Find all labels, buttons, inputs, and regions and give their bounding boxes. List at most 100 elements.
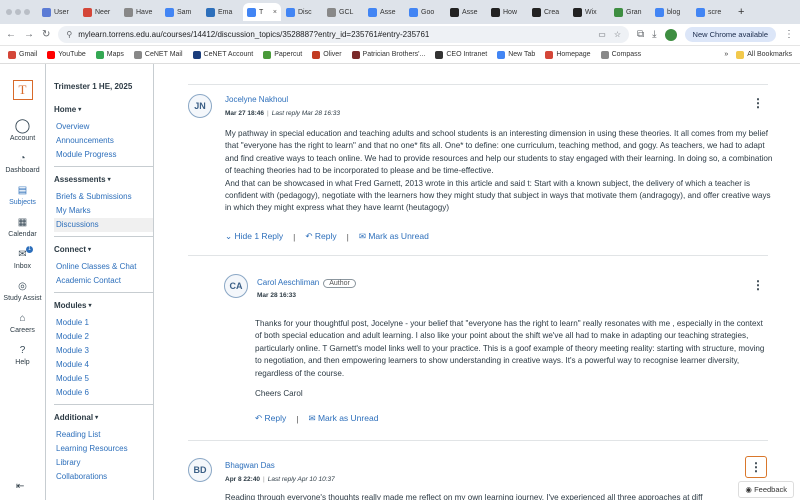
- course-nav-section-connect[interactable]: Connect ▾: [54, 245, 153, 254]
- extensions-icon[interactable]: ⧉: [637, 29, 644, 40]
- course-nav-link[interactable]: Library: [54, 456, 153, 470]
- author-name[interactable]: Jocelyne Nakhoul: [225, 95, 770, 104]
- close-tab-icon[interactable]: ×: [273, 9, 277, 16]
- avatar[interactable]: CA: [224, 274, 248, 298]
- new-tab-icon[interactable]: +: [738, 6, 744, 18]
- post-options-icon[interactable]: ⋮: [752, 96, 764, 110]
- mark-unread-button[interactable]: ✉ Mark as Unread: [308, 413, 378, 424]
- course-nav-link[interactable]: Module Progress: [54, 148, 153, 162]
- course-nav-link[interactable]: Module 1: [54, 316, 153, 330]
- url-field[interactable]: ⚲ mylearn.torrens.edu.au/courses/14412/d…: [58, 26, 629, 43]
- mark-unread-button[interactable]: ✉ Mark as Unread: [359, 231, 429, 242]
- avatar[interactable]: JN: [188, 94, 212, 118]
- last-reply: Last reply Apr 10 10:37: [267, 476, 335, 483]
- download-icon[interactable]: ⤓: [652, 29, 656, 40]
- tab-favicon-icon: [655, 7, 664, 17]
- profile-avatar[interactable]: [664, 28, 677, 41]
- hide-replies-button[interactable]: ⌄ Hide 1 Reply: [225, 231, 283, 242]
- torrens-logo[interactable]: T: [12, 80, 33, 100]
- browser-tab[interactable]: Disc: [282, 3, 322, 21]
- course-nav-link[interactable]: Module 5: [54, 372, 153, 386]
- course-nav-section-modules[interactable]: Modules ▾: [54, 301, 153, 310]
- course-nav-link[interactable]: Module 2: [54, 330, 153, 344]
- bookmark-item[interactable]: Oliver: [312, 50, 342, 59]
- collapse-nav-icon[interactable]: ⇤: [16, 481, 24, 492]
- browser-tab[interactable]: Neer: [79, 3, 119, 21]
- browser-tab[interactable]: blog: [651, 3, 691, 21]
- global-nav-dashboard[interactable]: ◔ Dashboard: [5, 153, 39, 174]
- browser-tab[interactable]: Asse: [364, 3, 404, 21]
- course-nav-section-additional[interactable]: Additional ▾: [54, 413, 153, 422]
- global-nav-help[interactable]: ? Help: [15, 345, 29, 366]
- reply-button[interactable]: ↶ Reply: [305, 231, 336, 242]
- bookmark-star-icon[interactable]: ☆: [614, 30, 621, 39]
- post-options-icon[interactable]: ⋮: [752, 278, 764, 292]
- feedback-button[interactable]: ◉ Feedback: [738, 481, 794, 498]
- bookmark-item[interactable]: Maps: [95, 50, 124, 59]
- caret-down-icon: ▾: [88, 303, 92, 309]
- bookmark-item[interactable]: CeNET Account: [192, 50, 253, 59]
- reply-button[interactable]: ↶ Reply: [255, 413, 286, 424]
- hide-replies-label: Hide 1 Reply: [234, 231, 284, 241]
- course-nav-section-assessments[interactable]: Assessments ▾: [54, 175, 153, 184]
- browser-tab[interactable]: Have: [120, 3, 160, 21]
- author-name[interactable]: Bhagwan Das: [225, 461, 725, 470]
- author-name[interactable]: Carol Aeschliman: [257, 278, 319, 287]
- browser-tab[interactable]: User: [38, 3, 78, 21]
- browser-tab[interactable]: T ×: [243, 3, 281, 21]
- all-bookmarks[interactable]: All Bookmarks: [736, 50, 792, 59]
- global-nav-study-assist[interactable]: ◎ Study Assist: [3, 281, 41, 302]
- bookmark-item[interactable]: Homepage: [545, 50, 591, 59]
- global-nav-careers[interactable]: ⌂ Careers: [10, 313, 35, 334]
- bookmark-item[interactable]: New Tab: [497, 50, 535, 59]
- back-icon[interactable]: ←: [6, 29, 16, 40]
- global-nav-calendar[interactable]: ▦ Calendar: [8, 217, 36, 238]
- course-nav-link[interactable]: Module 6: [54, 386, 153, 400]
- browser-tab[interactable]: scre: [692, 3, 732, 21]
- caret-down-icon: ▾: [88, 247, 92, 253]
- course-nav-link[interactable]: My Marks: [54, 204, 153, 218]
- browser-tab[interactable]: Asse: [446, 3, 486, 21]
- post-options-icon[interactable]: ⋮: [745, 456, 767, 478]
- course-nav-link[interactable]: Discussions: [54, 218, 153, 232]
- course-nav-link[interactable]: Online Classes & Chat: [54, 260, 153, 274]
- bookmark-item[interactable]: Papercut: [263, 50, 302, 59]
- global-nav-account[interactable]: ◯ Account: [10, 117, 35, 142]
- browser-tab[interactable]: Wix: [569, 3, 609, 21]
- course-nav-link[interactable]: Overview: [54, 120, 153, 134]
- window-controls[interactable]: [6, 9, 30, 15]
- course-nav-link[interactable]: Briefs & Submissions: [54, 190, 153, 204]
- course-nav-section-home[interactable]: Home ▾: [54, 105, 153, 114]
- bookmark-item[interactable]: CeNET Mail: [133, 50, 183, 59]
- global-nav-subjects[interactable]: ▤ Subjects: [9, 185, 36, 206]
- browser-tab[interactable]: Goo: [405, 3, 445, 21]
- browser-tab[interactable]: How: [487, 3, 527, 21]
- bookmark-item[interactable]: YouTube: [47, 50, 86, 59]
- course-nav-link[interactable]: Module 3: [54, 344, 153, 358]
- global-nav-inbox[interactable]: ✉ Inbox 1: [14, 246, 34, 270]
- browser-tab[interactable]: Sam: [161, 3, 201, 21]
- update-chrome-button[interactable]: New Chrome available: [684, 27, 776, 42]
- browser-tab[interactable]: Gran: [610, 3, 650, 21]
- bookmark-item[interactable]: Patrician Brothers'...: [351, 50, 425, 59]
- more-bookmarks-icon[interactable]: »: [724, 51, 728, 59]
- browser-tab[interactable]: Crea: [528, 3, 568, 21]
- course-nav-link[interactable]: Learning Resources: [54, 442, 153, 456]
- reload-icon[interactable]: ↻: [42, 29, 50, 40]
- course-nav-link[interactable]: Reading List: [54, 428, 153, 442]
- menu-icon[interactable]: ⋮: [784, 29, 794, 40]
- course-nav-link[interactable]: Academic Contact: [54, 274, 153, 288]
- bookmark-item[interactable]: Gmail: [8, 50, 37, 59]
- browser-tab[interactable]: Ema: [202, 3, 242, 21]
- bookmark-icon: [435, 50, 444, 59]
- avatar[interactable]: BD: [188, 458, 212, 482]
- bookmark-item[interactable]: CEO Intranet: [435, 50, 487, 59]
- site-info-icon[interactable]: ⚲: [66, 30, 72, 39]
- cast-icon[interactable]: ▭: [598, 30, 606, 39]
- course-nav-link[interactable]: Collaborations: [54, 470, 153, 484]
- browser-tab[interactable]: GCL: [323, 3, 363, 21]
- course-nav-link[interactable]: Announcements: [54, 134, 153, 148]
- bookmark-item[interactable]: Compass: [600, 50, 641, 59]
- forward-icon[interactable]: →: [24, 29, 34, 40]
- course-nav-link[interactable]: Module 4: [54, 358, 153, 372]
